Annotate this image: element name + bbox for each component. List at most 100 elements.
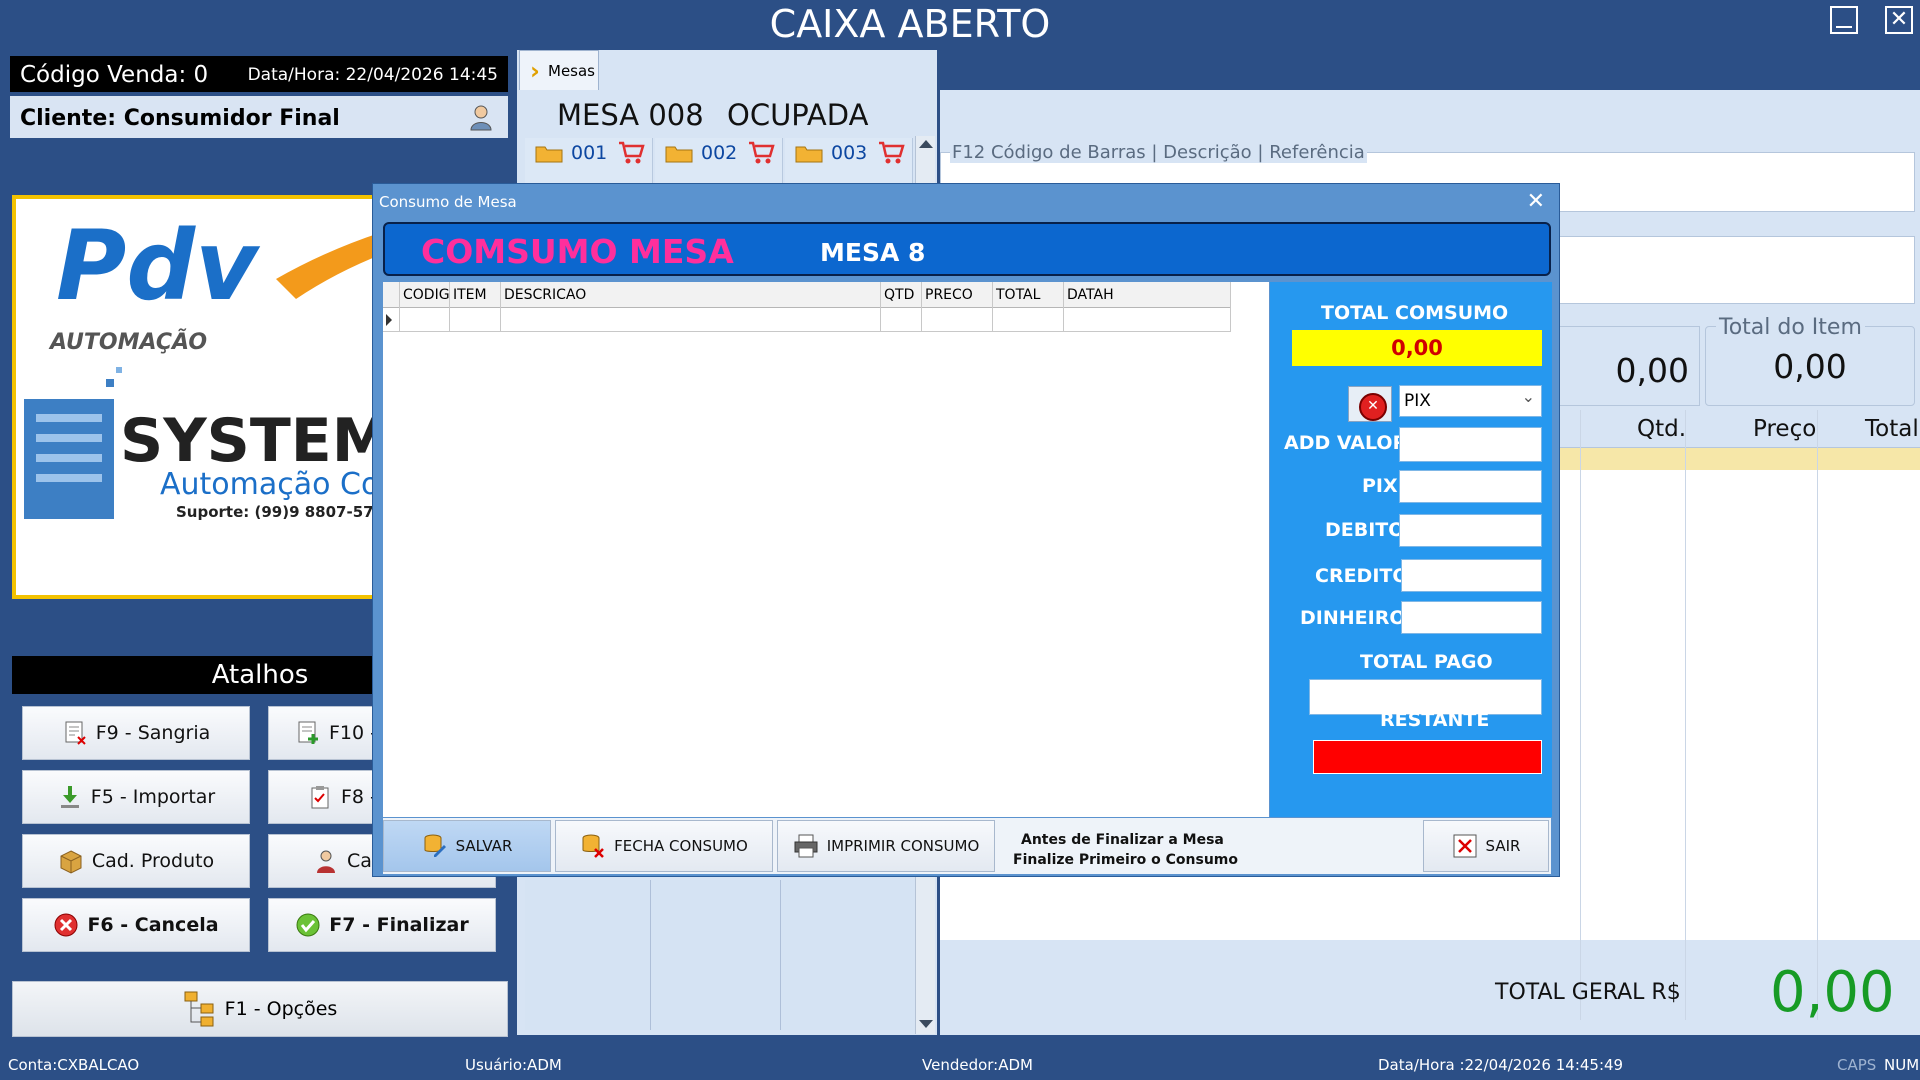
status-datahora: Data/Hora :22/04/2026 14:45:49 (1378, 1056, 1624, 1074)
consumo-grid[interactable]: CODIGO ITEM DESCRICAO QTD PRECO TOTAL DA… (383, 282, 1269, 817)
document-add-icon (298, 721, 318, 744)
folder-icon (665, 146, 693, 163)
consumo-dialog: Consumo de Mesa ✕ COMSUMO MESA MESA 8 CO… (372, 183, 1560, 877)
finalize-sale-button[interactable]: F7 - Finalizar (268, 898, 496, 952)
clipboard-icon (311, 786, 329, 809)
total-consumo-label: TOTAL COMSUMO (1321, 302, 1509, 324)
footer-note-line2: Finalize Primeiro o Consumo (1013, 852, 1238, 868)
cad-produto-label: Cad. Produto (91, 850, 215, 872)
dialog-close-icon[interactable]: ✕ (1527, 188, 1545, 214)
total-geral-label: TOTAL GERAL R$ (1495, 980, 1681, 1005)
remove-payment-button[interactable] (1348, 386, 1392, 422)
pix-label: PIX (1362, 475, 1398, 497)
total-consumo-value: 0,00 (1292, 330, 1542, 366)
status-vendedor: Vendedor:ADM (922, 1056, 1033, 1074)
total-geral-value: 0,00 (1770, 960, 1895, 1025)
cart-icon (879, 141, 905, 164)
scroll-up-arrow[interactable] (919, 140, 933, 148)
logo-company: SYSTEM (120, 406, 392, 476)
col-divider (1817, 410, 1818, 1020)
debito-label: DEBITO (1325, 519, 1405, 541)
client-label: Cliente: Consumidor Final (20, 106, 340, 131)
tree-icon (184, 991, 214, 1027)
folder-icon (535, 146, 563, 163)
row-pointer-icon (386, 314, 392, 326)
table-number: 003 (831, 142, 868, 164)
imprimir-consumo-label: IMPRIMIR CONSUMO (826, 837, 980, 855)
mesas-grid-empty (525, 880, 915, 1030)
exit-label: SAIR (1485, 837, 1521, 855)
options-button[interactable]: F1 - Opções (12, 981, 508, 1037)
mesa-status: OCUPADA (727, 98, 869, 132)
subtotal-value: 0,00 (1615, 351, 1689, 390)
window-title: CAIXA ABERTO (769, 2, 1051, 46)
restante-value (1313, 740, 1542, 774)
dialog-footer: SALVAR FECHA CONSUMO IMPRIMIR CONSUMO An… (383, 818, 1551, 874)
window-titlebar: CAIXA ABERTO ✕ (0, 0, 1920, 50)
credito-input[interactable] (1401, 559, 1542, 592)
status-conta: Conta:CXBALCAO (8, 1056, 140, 1074)
cancel-sale-label: F6 - Cancela (87, 914, 219, 936)
table-number: 001 (571, 142, 608, 164)
close-window-button[interactable]: ✕ (1885, 6, 1913, 34)
status-caps: CAPS (1837, 1056, 1877, 1074)
import-button[interactable]: F5 - Importar (22, 770, 250, 824)
col-divider (1685, 410, 1686, 1020)
add-valor-label: ADD VALOR (1284, 432, 1408, 454)
sangria-button[interactable]: F9 - Sangria (22, 706, 250, 760)
import-label: F5 - Importar (90, 786, 216, 808)
dinheiro-input[interactable] (1401, 601, 1542, 634)
exit-button[interactable]: SAIR (1423, 820, 1549, 872)
item-total-legend: Total do Item (1716, 315, 1865, 340)
printer-icon (794, 834, 818, 858)
cart-icon (619, 141, 645, 164)
footer-note-line1: Antes de Finalizar a Mesa (1021, 832, 1224, 848)
fecha-consumo-label: FECHA CONSUMO (614, 837, 748, 855)
banner-title: COMSUMO MESA (421, 232, 734, 271)
user-icon[interactable] (466, 102, 496, 132)
tab-mesas[interactable]: Mesas (519, 50, 599, 91)
grid-divider (780, 880, 781, 1030)
folder-icon (795, 146, 823, 163)
minimize-button[interactable] (1830, 6, 1858, 34)
add-valor-input[interactable] (1399, 427, 1542, 462)
save-button[interactable]: SALVAR (383, 820, 551, 872)
col-qtd: Qtd. (1637, 416, 1687, 442)
col-preco: Preço (1753, 416, 1817, 442)
item-total-value: 0,00 (1773, 347, 1847, 386)
database-edit-icon (424, 834, 446, 857)
grid-row[interactable] (383, 308, 1231, 332)
pix-input[interactable] (1399, 470, 1542, 503)
save-label: SALVAR (455, 837, 513, 855)
status-num: NUM (1884, 1056, 1920, 1074)
mesa-title: MESA 008 (557, 98, 704, 132)
cancel-icon (54, 913, 78, 937)
dinheiro-label: DINHEIRO (1300, 607, 1406, 629)
database-close-icon (582, 834, 605, 858)
cart-icon (749, 141, 775, 164)
col-total: Total (1865, 416, 1919, 442)
options-label: F1 - Opções (224, 998, 338, 1020)
document-remove-icon (65, 721, 86, 745)
exit-icon (1453, 834, 1477, 858)
sale-code: Código Venda: 0 (20, 62, 209, 88)
company-logo: Pdv AUTOMAÇÃO SYSTEM Automação Comer Sup… (12, 195, 432, 599)
imprimir-consumo-button[interactable]: IMPRIMIR CONSUMO (777, 820, 995, 872)
banner-mesa: MESA 8 (820, 238, 926, 267)
payment-method-select[interactable]: PIX (1399, 382, 1542, 417)
cancel-sale-button[interactable]: F6 - Cancela (22, 898, 250, 952)
logo-sub: AUTOMAÇÃO (48, 329, 207, 355)
dialog-title: Consumo de Mesa (379, 193, 517, 211)
f10-label: F10 - (329, 722, 378, 744)
check-icon (296, 913, 320, 937)
payment-panel: TOTAL COMSUMO 0,00 PIX ADD VALOR PIX DEB… (1270, 282, 1552, 817)
fecha-consumo-button[interactable]: FECHA CONSUMO (555, 820, 773, 872)
cad-produto-button[interactable]: Cad. Produto (22, 834, 250, 888)
debito-input[interactable] (1399, 514, 1542, 547)
col-divider (1580, 410, 1581, 1020)
logo-brand: Pdv (56, 210, 261, 322)
scroll-down-arrow[interactable] (919, 1020, 933, 1028)
client-bar[interactable]: Cliente: Consumidor Final (10, 96, 508, 138)
barcode-legend: F12 Código de Barras | Descrição | Refer… (950, 142, 1367, 163)
consumo-banner: COMSUMO MESA MESA 8 (383, 222, 1551, 276)
